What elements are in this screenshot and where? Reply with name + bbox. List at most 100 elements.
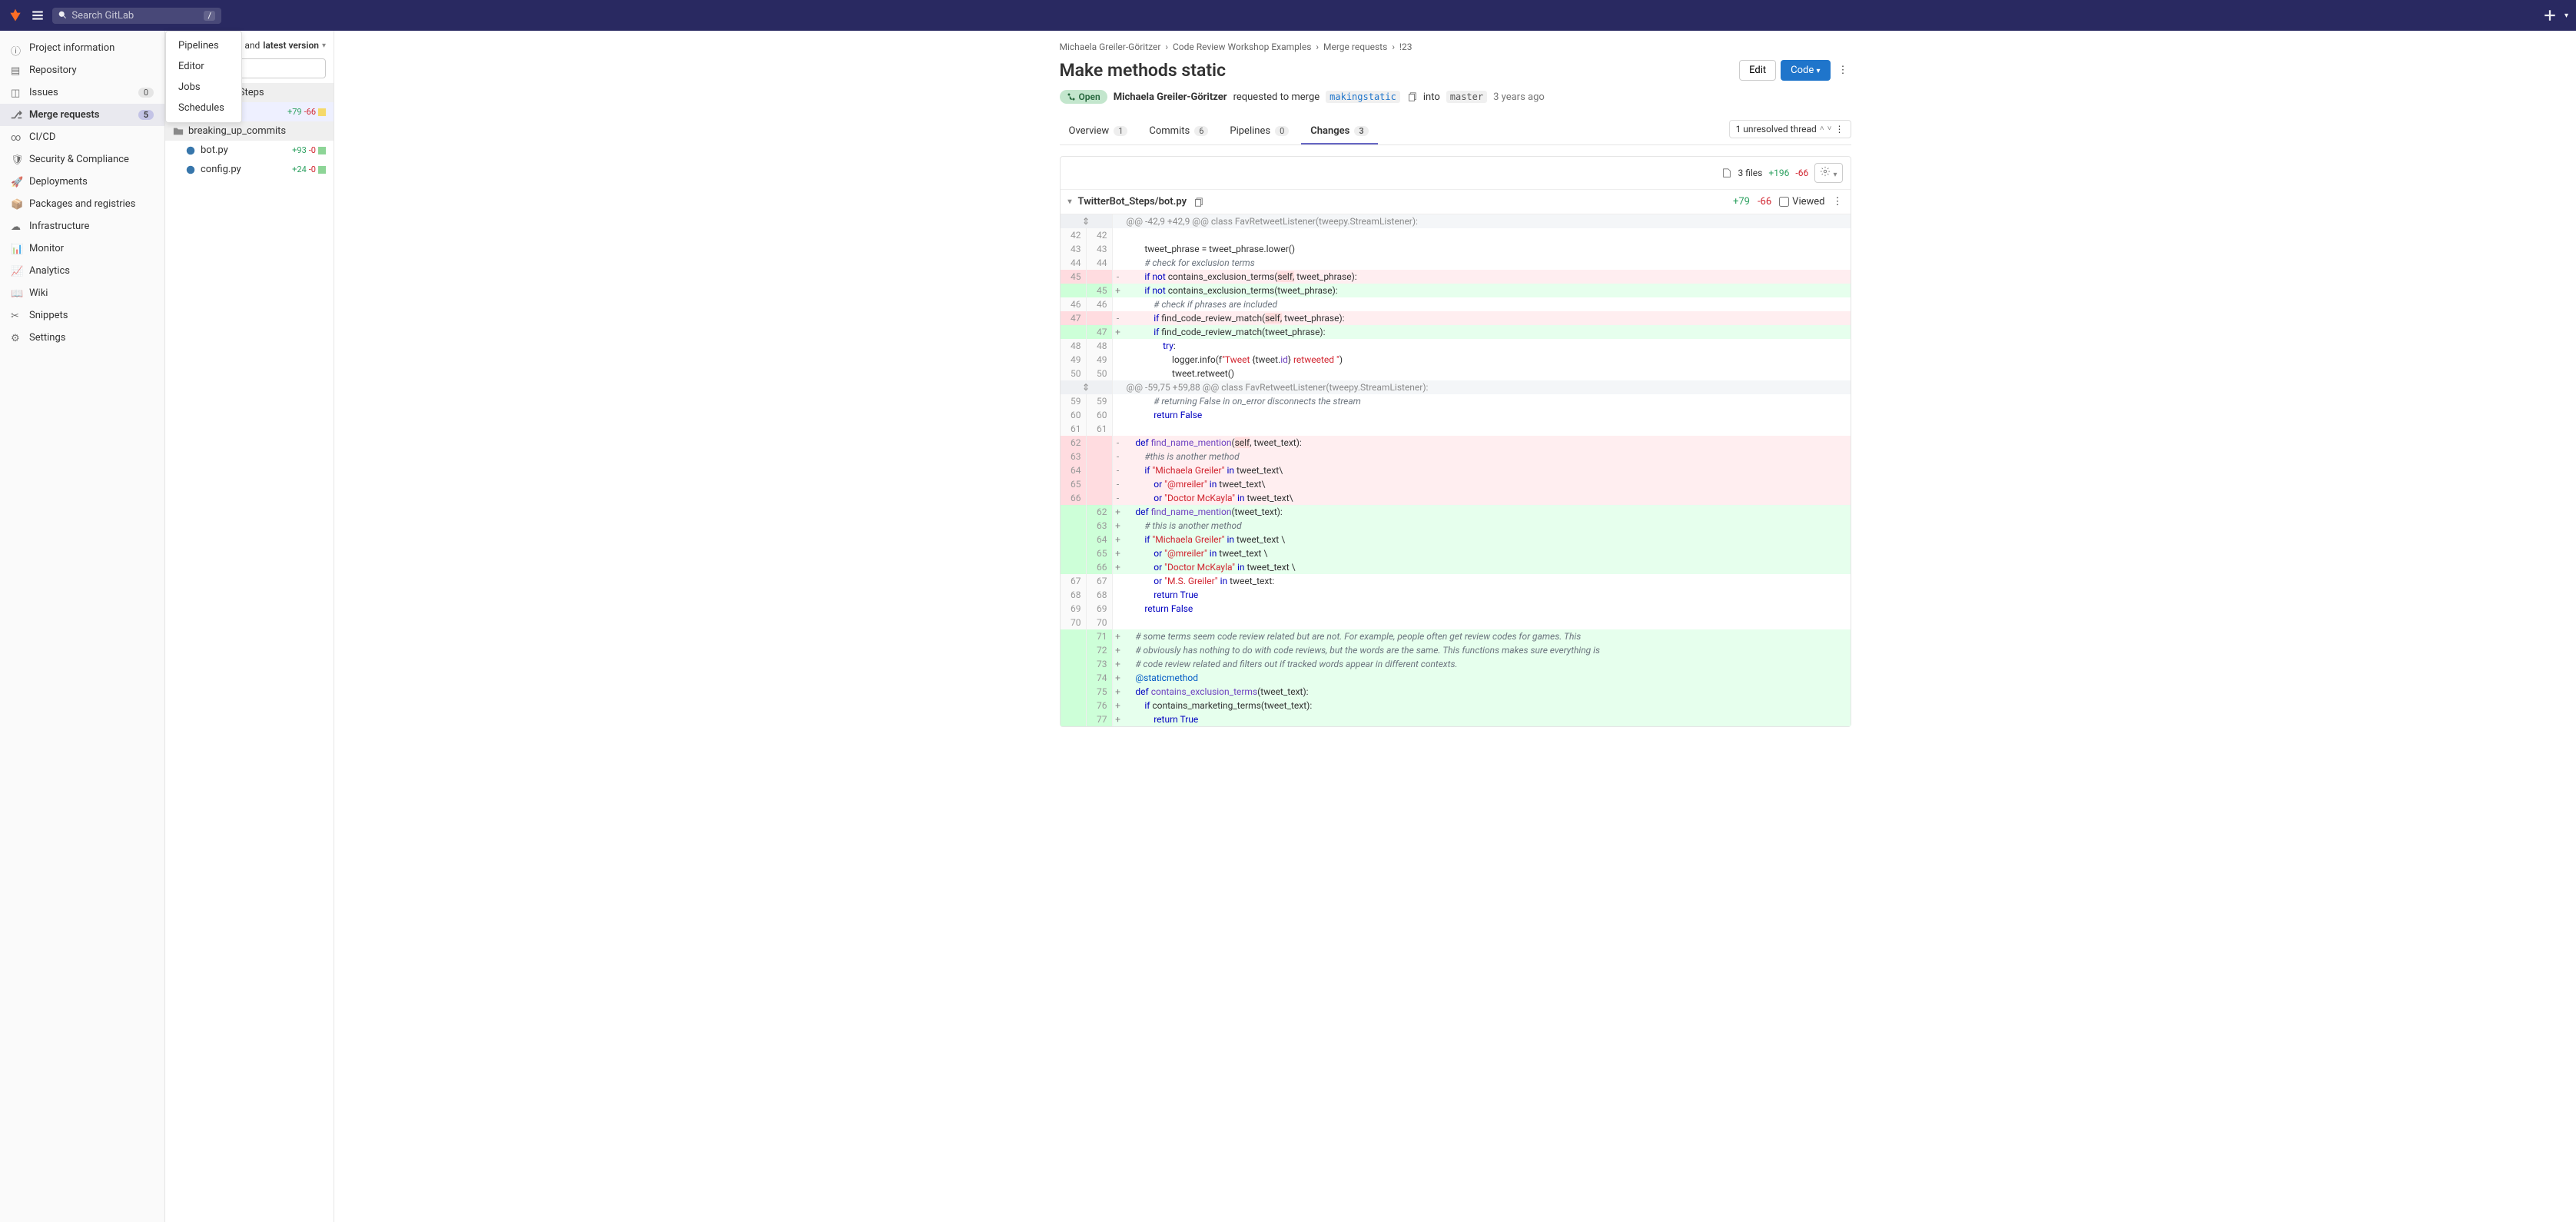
kebab-icon[interactable]: ⋮ [1835,61,1851,79]
line-number-new[interactable] [1087,311,1113,325]
line-number-new[interactable]: 49 [1087,353,1113,367]
submenu-item-pipelines[interactable]: Pipelines [168,35,240,56]
unresolved-threads[interactable]: 1 unresolved thread ˄ ˅ ⋮ [1729,120,1851,138]
tree-file[interactable]: config.py+24-0 [165,160,334,179]
line-number-new[interactable] [1087,463,1113,477]
search-input[interactable] [71,10,199,22]
sidebar-item-security-compliance[interactable]: 🛡Security & Compliance [0,148,164,171]
line-number-new[interactable]: 75 [1087,685,1113,699]
line-number-old[interactable]: 47 [1061,311,1087,325]
line-number-old[interactable]: 64 [1061,463,1087,477]
copy-icon[interactable] [1193,197,1203,208]
line-number-old[interactable]: 65 [1061,477,1087,491]
line-number-new[interactable]: 48 [1087,339,1113,353]
line-number-old[interactable]: 60 [1061,408,1087,422]
line-number-old[interactable]: 50 [1061,367,1087,380]
sidebar-item-wiki[interactable]: 📖Wiki [0,282,164,304]
line-number-old[interactable]: 46 [1061,297,1087,311]
line-number-new[interactable]: 50 [1087,367,1113,380]
line-number-new[interactable]: 74 [1087,671,1113,685]
tab-pipelines[interactable]: Pipelines0 [1220,118,1298,144]
line-number-new[interactable]: 67 [1087,574,1113,588]
line-number-old[interactable]: 68 [1061,588,1087,602]
line-number-new[interactable] [1087,477,1113,491]
line-number-old[interactable]: 66 [1061,491,1087,505]
sidebar-item-analytics[interactable]: 📈Analytics [0,260,164,282]
line-number-old[interactable]: 43 [1061,242,1087,256]
edit-button[interactable]: Edit [1739,60,1776,81]
line-number-new[interactable]: 66 [1087,560,1113,574]
line-number-new[interactable]: 77 [1087,712,1113,726]
line-number-new[interactable]: 61 [1087,422,1113,436]
code-button[interactable]: Code ▾ [1781,60,1830,81]
line-number-old[interactable] [1061,629,1087,643]
line-number-new[interactable]: 69 [1087,602,1113,616]
line-number-old[interactable]: 45 [1061,270,1087,284]
breadcrumb-item[interactable]: Code Review Workshop Examples [1173,42,1311,52]
line-number-new[interactable]: 70 [1087,616,1113,629]
line-number-new[interactable]: 44 [1087,256,1113,270]
line-number-old[interactable]: 69 [1061,602,1087,616]
line-number-new[interactable]: 42 [1087,228,1113,242]
viewed-checkbox[interactable]: Viewed [1779,196,1824,208]
line-number-new[interactable]: 60 [1087,408,1113,422]
line-number-new[interactable] [1087,491,1113,505]
line-number-old[interactable] [1061,560,1087,574]
line-number-old[interactable] [1061,546,1087,560]
kebab-icon[interactable]: ⋮ [1833,196,1843,208]
line-number-old[interactable] [1061,643,1087,657]
submenu-item-editor[interactable]: Editor [168,56,240,77]
submenu-item-schedules[interactable]: Schedules [168,98,240,118]
breadcrumb-item[interactable]: !23 [1399,42,1412,52]
submenu-item-jobs[interactable]: Jobs [168,77,240,98]
sidebar-item-settings[interactable]: ⚙Settings [0,327,164,349]
line-number-new[interactable]: 62 [1087,505,1113,519]
line-number-new[interactable]: 59 [1087,394,1113,408]
sidebar-item-merge-requests[interactable]: ⎇Merge requests5 [0,104,164,126]
tab-commits[interactable]: Commits6 [1140,118,1217,144]
line-number-new[interactable]: 63 [1087,519,1113,533]
line-number-new[interactable] [1087,450,1113,463]
sidebar-item-deployments[interactable]: 🚀Deployments [0,171,164,193]
line-number-new[interactable]: 65 [1087,546,1113,560]
line-number-old[interactable]: 49 [1061,353,1087,367]
tab-overview[interactable]: Overview1 [1060,118,1137,144]
breadcrumb-item[interactable]: Merge requests [1323,42,1387,52]
line-number-old[interactable] [1061,519,1087,533]
line-number-old[interactable]: 70 [1061,616,1087,629]
line-number-old[interactable] [1061,712,1087,726]
line-number-new[interactable]: 73 [1087,657,1113,671]
kebab-icon[interactable]: ⋮ [1835,124,1844,134]
line-number-old[interactable]: 62 [1061,436,1087,450]
line-number-old[interactable] [1061,505,1087,519]
line-number-new[interactable]: 45 [1087,284,1113,297]
line-number-old[interactable] [1061,671,1087,685]
hamburger-icon[interactable] [31,8,45,22]
line-number-new[interactable]: 43 [1087,242,1113,256]
line-number-old[interactable]: 44 [1061,256,1087,270]
sidebar-item-issues[interactable]: ◫Issues0 [0,81,164,104]
line-number-new[interactable]: 72 [1087,643,1113,657]
tree-file[interactable]: bot.py+93-0 [165,141,334,160]
line-number-old[interactable] [1061,284,1087,297]
expand-icon[interactable]: ⇕ [1061,214,1113,228]
line-number-old[interactable]: 63 [1061,450,1087,463]
line-number-old[interactable] [1061,325,1087,339]
line-number-new[interactable]: 46 [1087,297,1113,311]
copy-icon[interactable] [1406,91,1417,102]
source-branch[interactable]: makingstatic [1326,91,1400,103]
line-number-old[interactable] [1061,685,1087,699]
chevron-down-icon[interactable]: ˅ [1827,125,1832,133]
file-path[interactable]: TwitterBot_Steps/bot.py [1078,196,1187,208]
sidebar-item-packages-and-registries[interactable]: 📦Packages and registries [0,193,164,215]
line-number-old[interactable]: 59 [1061,394,1087,408]
sidebar-item-project-information[interactable]: ⓘProject information [0,37,164,59]
breadcrumb-item[interactable]: Michaela Greiler-Göritzer [1060,42,1161,52]
search-box[interactable]: / [52,8,221,24]
settings-button[interactable]: ▾ [1814,163,1842,183]
author[interactable]: Michaela Greiler-Göritzer [1114,91,1227,103]
chevron-up-icon[interactable]: ˄ [1820,125,1824,133]
line-number-new[interactable] [1087,436,1113,450]
line-number-new[interactable]: 71 [1087,629,1113,643]
line-number-old[interactable] [1061,699,1087,712]
